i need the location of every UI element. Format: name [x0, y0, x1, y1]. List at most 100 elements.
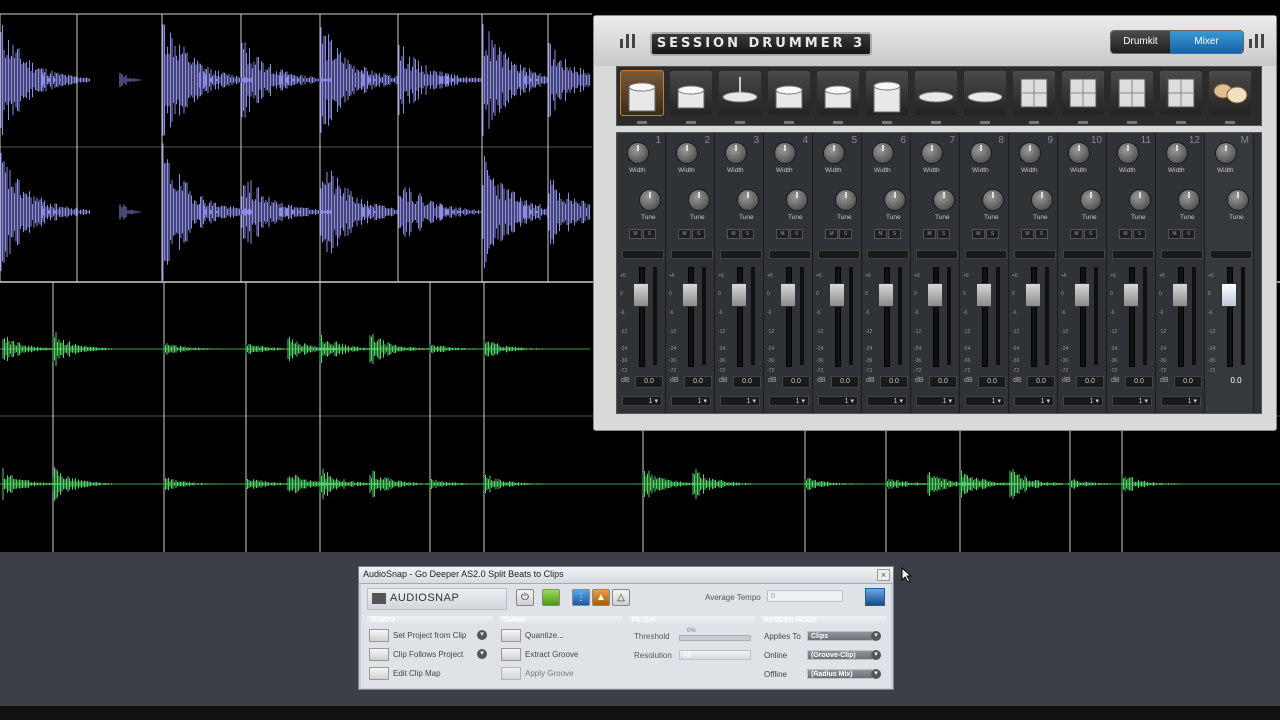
offline-select[interactable]: (Radius Mix)	[807, 669, 873, 679]
volume-value[interactable]: 0.0	[880, 376, 908, 388]
output-select[interactable]: 1 ▾	[965, 396, 1005, 406]
edit-clip-map-icon[interactable]	[369, 667, 389, 680]
volume-fader-track[interactable]	[884, 267, 890, 367]
solo-button[interactable]: S	[1035, 229, 1048, 239]
volume-value[interactable]: 0.0	[831, 376, 859, 388]
drum-slot-hihat-icon[interactable]	[719, 71, 761, 124]
solo-button[interactable]: S	[1084, 229, 1097, 239]
chevron-down-icon[interactable]: ▾	[871, 650, 881, 660]
transient-markers-icon[interactable]: ⋮	[572, 589, 590, 606]
tune-knob[interactable]	[835, 189, 857, 211]
width-knob[interactable]	[823, 142, 845, 164]
solo-button[interactable]: S	[888, 229, 901, 239]
output-select[interactable]: 1 ▾	[1014, 396, 1054, 406]
mute-button[interactable]: M	[1168, 229, 1181, 239]
mute-button[interactable]: M	[1021, 229, 1034, 239]
applies-to-select[interactable]: Clips	[807, 631, 873, 641]
pool-icon[interactable]: ▲	[592, 589, 610, 606]
pan-slider[interactable]	[916, 250, 958, 259]
solo-button[interactable]: S	[839, 229, 852, 239]
pan-slider[interactable]	[1063, 250, 1105, 259]
quantize-item[interactable]: Quantize...	[525, 631, 564, 640]
volume-fader-track[interactable]	[1031, 267, 1037, 367]
width-knob[interactable]	[774, 142, 796, 164]
power-icon[interactable]: ⏻	[516, 589, 534, 606]
volume-value[interactable]: 0.0	[1174, 376, 1202, 388]
volume-value[interactable]: 0.0	[635, 376, 663, 388]
volume-fader-track[interactable]	[1129, 267, 1135, 367]
volume-value[interactable]: 0.0	[1076, 376, 1104, 388]
mute-button[interactable]: M	[825, 229, 838, 239]
output-select[interactable]: 1 ▾	[769, 396, 809, 406]
drum-slot-kit-icon[interactable]	[1209, 71, 1251, 124]
volume-fader-handle[interactable]	[633, 283, 649, 307]
solo-button[interactable]: S	[986, 229, 999, 239]
volume-fader-track[interactable]	[982, 267, 988, 367]
volume-value[interactable]: 0.0	[1125, 376, 1153, 388]
volume-fader-handle[interactable]	[1221, 283, 1237, 307]
tune-knob[interactable]	[884, 189, 906, 211]
pan-slider[interactable]	[1210, 250, 1252, 259]
volume-fader-handle[interactable]	[829, 283, 845, 307]
solo-button[interactable]: S	[790, 229, 803, 239]
tune-knob[interactable]	[639, 189, 661, 211]
volume-value[interactable]: 0.0	[929, 376, 957, 388]
drum-slot-pad-icon[interactable]	[1160, 71, 1202, 124]
mute-button[interactable]: M	[727, 229, 740, 239]
quantize-icon[interactable]	[501, 629, 521, 642]
set-project-from-clip[interactable]: Set Project from Clip	[393, 631, 466, 640]
extract-groove-icon[interactable]	[501, 648, 521, 661]
pan-slider[interactable]	[1112, 250, 1154, 259]
tune-knob[interactable]	[688, 189, 710, 211]
volume-value[interactable]: 0.0	[978, 376, 1006, 388]
tune-knob[interactable]	[1129, 189, 1151, 211]
drum-slot-cymbal-icon[interactable]	[964, 71, 1006, 124]
width-knob[interactable]	[970, 142, 992, 164]
volume-fader-track[interactable]	[1178, 267, 1184, 367]
volume-fader-track[interactable]	[639, 267, 645, 367]
drum-slot-floor-tom-icon[interactable]	[866, 71, 908, 124]
mute-button[interactable]: M	[923, 229, 936, 239]
chevron-down-icon[interactable]: ▾	[477, 630, 487, 640]
mute-button[interactable]: M	[678, 229, 691, 239]
volume-fader-handle[interactable]	[927, 283, 943, 307]
volume-fader-handle[interactable]	[976, 283, 992, 307]
volume-value[interactable]: 0.0	[684, 376, 712, 388]
menu-grip-icon[interactable]	[620, 34, 640, 48]
volume-fader-track[interactable]	[688, 267, 694, 367]
list-view-icon[interactable]	[865, 588, 885, 606]
drum-slot-snare-icon[interactable]	[670, 71, 712, 124]
average-tempo-field[interactable]: 0	[767, 590, 843, 602]
volume-fader-track[interactable]	[933, 267, 939, 367]
pan-slider[interactable]	[867, 250, 909, 259]
apply-groove-icon[interactable]	[501, 667, 521, 680]
clip-follows-project[interactable]: Clip Follows Project	[393, 650, 463, 659]
tune-knob[interactable]	[982, 189, 1004, 211]
drum-slot-tom-icon[interactable]	[768, 71, 810, 124]
pan-slider[interactable]	[671, 250, 713, 259]
mute-button[interactable]: M	[776, 229, 789, 239]
width-knob[interactable]	[872, 142, 894, 164]
tune-knob[interactable]	[933, 189, 955, 211]
tab-mixer[interactable]: Mixer	[1170, 31, 1243, 53]
mute-button[interactable]: M	[1119, 229, 1132, 239]
width-knob[interactable]	[921, 142, 943, 164]
metronome-icon[interactable]: △	[612, 589, 630, 606]
output-select[interactable]: 1 ▾	[867, 396, 907, 406]
chevron-down-icon[interactable]: ▾	[871, 669, 881, 679]
solo-button[interactable]: S	[692, 229, 705, 239]
solo-button[interactable]: S	[741, 229, 754, 239]
set-project-icon[interactable]	[369, 629, 389, 642]
tune-knob[interactable]	[1178, 189, 1200, 211]
edit-clip-map[interactable]: Edit Clip Map	[393, 669, 441, 678]
width-knob[interactable]	[627, 142, 649, 164]
clip-follows-icon[interactable]	[369, 648, 389, 661]
volume-fader-handle[interactable]	[1025, 283, 1041, 307]
tune-knob[interactable]	[1080, 189, 1102, 211]
output-select[interactable]: 1 ▾	[671, 396, 711, 406]
drum-slot-kick-icon[interactable]	[620, 70, 664, 124]
solo-button[interactable]: S	[1133, 229, 1146, 239]
volume-fader-track[interactable]	[835, 267, 841, 367]
solo-button[interactable]: S	[937, 229, 950, 239]
solo-button[interactable]: S	[1182, 229, 1195, 239]
